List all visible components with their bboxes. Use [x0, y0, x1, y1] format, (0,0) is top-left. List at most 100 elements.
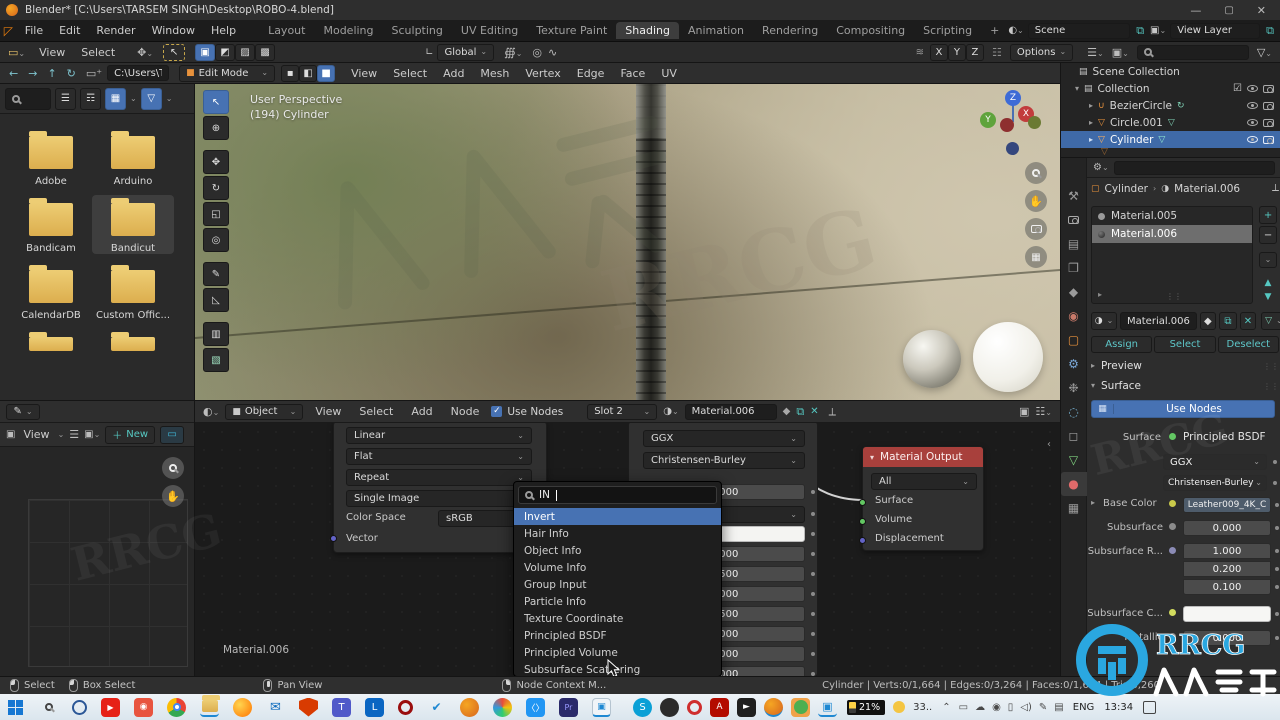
taskbar-search-icon[interactable] [39, 698, 58, 717]
minimize-button[interactable]: — [1182, 4, 1209, 17]
use-nodes-checkbox[interactable]: ✓ Use Nodes [491, 406, 563, 418]
node-menu-node[interactable]: Node [445, 405, 486, 418]
deselect-button[interactable]: Deselect [1217, 336, 1279, 353]
path-field[interactable]: C:\Users\T... [107, 65, 170, 81]
extrude-tool-button[interactable]: ▧ [203, 348, 229, 372]
back-button[interactable]: ← [4, 67, 23, 80]
close-button[interactable]: ✕ [1249, 4, 1274, 17]
teams-icon[interactable]: T [332, 697, 351, 717]
subsurface-value[interactable]: 0.000 [1183, 520, 1271, 536]
tool-settings-icon[interactable]: ✥⌄ [137, 46, 153, 59]
select-mode-tweak[interactable]: ▣ [195, 43, 216, 61]
gizmo-x-neg[interactable] [1000, 118, 1014, 132]
pin-icon[interactable]: ⟂ [829, 405, 836, 419]
refresh-button[interactable]: ↻ [62, 67, 81, 80]
active-app-icon[interactable] [791, 697, 810, 717]
viewport-perspective-icon[interactable]: ▦ [1025, 246, 1047, 268]
shader-type-dropdown[interactable]: ■ Object ⌄ [225, 403, 304, 420]
outliner-row-collection[interactable]: ▾ ▤ Collection ☑ [1061, 80, 1280, 97]
mesh-link-dropdown[interactable]: ▽⌄ [1260, 312, 1280, 330]
tab-shading[interactable]: Shading [616, 22, 679, 39]
slot-specials-dropdown[interactable]: ⌄ [1259, 252, 1277, 268]
move-tool-button[interactable]: ✥ [203, 150, 229, 174]
subsurface-method-dropdown[interactable]: Christensen-Burley ⌄ [1163, 475, 1267, 491]
select-tool-button[interactable]: ↖ [203, 90, 229, 114]
assign-button[interactable]: Assign [1091, 336, 1153, 353]
mode-dropdown[interactable]: ■ Edit Mode ⌄ [179, 64, 276, 82]
annotate-tool-button[interactable]: ✎ [203, 262, 229, 286]
scene-selector[interactable]: Scene [1027, 22, 1131, 39]
tab-sculpting[interactable]: Sculpting [383, 22, 452, 39]
material-name-field[interactable]: Material.006 [684, 403, 777, 420]
surface-panel-header[interactable]: ▾ Surface ⋮⋮ [1091, 380, 1279, 392]
paint-mode-dropdown[interactable]: ✎ ⌄ [6, 403, 40, 420]
cursor-tool-button[interactable]: ⊕ [203, 116, 229, 140]
menu-help[interactable]: Help [203, 24, 244, 37]
filebrowser-menu-view[interactable]: View [31, 46, 73, 59]
viewport-3d[interactable]: User Perspective (194) Cylinder ↖ ⊕ ✥ ↻ … [195, 84, 1060, 400]
filter-settings-dropdown[interactable]: ⌄ [166, 94, 173, 103]
add-workspace-button[interactable]: + [981, 22, 1008, 39]
folder-item[interactable]: Bandicut [92, 195, 174, 254]
search-result[interactable]: Particle Info [514, 593, 721, 610]
mirror-x-toggle[interactable]: X [929, 43, 948, 61]
move-slot-up-button[interactable]: ▲ [1265, 278, 1272, 288]
node-menu-view[interactable]: View [309, 405, 347, 418]
viewport-menu-add[interactable]: Add [435, 67, 472, 80]
outliner-row-scene-collection[interactable]: ▤ Scene Collection [1061, 63, 1280, 80]
tray-phone-icon[interactable]: ▭ [959, 702, 968, 713]
met allic-value[interactable]: 0.000 [1183, 630, 1271, 646]
tab-output[interactable]: ▤ [1062, 232, 1086, 256]
filebrowser-filter-button[interactable]: ▽ [140, 87, 162, 110]
proportional-edit-icon[interactable]: ◎ [532, 46, 542, 59]
viewport-menu-view[interactable]: View [343, 67, 385, 80]
viewport-camera-icon[interactable] [1025, 218, 1047, 240]
active-tool-button[interactable]: ↖ [163, 43, 186, 61]
base-color-value[interactable]: Leather009_4K_C [1183, 497, 1271, 513]
unlink-material-icon[interactable]: ✕ [810, 406, 818, 417]
hide-eye-icon[interactable] [1247, 102, 1258, 109]
outliner-filter-icon[interactable]: ▣⌄ [1112, 46, 1129, 59]
view-layer-icon[interactable]: ▣⌄ [1150, 25, 1166, 36]
display-horizontal-list-button[interactable]: ☶ [80, 87, 101, 110]
viewport-menu-edge[interactable]: Edge [569, 67, 613, 80]
photos-app-icon[interactable] [493, 697, 512, 717]
viewport-menu-vertex[interactable]: Vertex [517, 67, 568, 80]
image-viewer-icon[interactable]: ▣ [818, 698, 837, 717]
edge-select-toggle[interactable]: ◧ [299, 64, 318, 82]
skype-icon[interactable]: S [633, 697, 652, 717]
options-dropdown[interactable]: Options ⌄ [1009, 43, 1074, 61]
material-name-field[interactable]: Material.006 [1120, 312, 1197, 330]
gizmo-z-axis[interactable]: Z [1005, 90, 1021, 106]
browse-material-dropdown[interactable]: ◑ ⌄ [1091, 312, 1117, 330]
fake-user-shield-icon[interactable]: ◆ [783, 406, 791, 417]
view-layer-selector[interactable]: View Layer [1170, 22, 1261, 39]
folder-item[interactable] [92, 329, 174, 351]
tab-physics[interactable]: ◌ [1062, 400, 1086, 424]
scale-tool-button[interactable]: ◱ [203, 202, 229, 226]
mail-icon[interactable]: ✉ [266, 698, 285, 717]
acrobat-icon[interactable]: A [710, 697, 729, 717]
snap-icon[interactable]: ∰⌄ [504, 46, 522, 59]
outliner-display-mode-icon[interactable]: ☰⌄ [1087, 46, 1104, 59]
tray-volume-icon[interactable]: ◁) [1020, 702, 1032, 713]
falloff-curve-icon[interactable]: ∿ [548, 46, 557, 59]
new-view-layer-button[interactable]: ⧉ [1260, 24, 1280, 38]
folder-item[interactable]: Bandicam [10, 195, 92, 254]
filebrowser-type-icon[interactable]: ▭⌄ [8, 46, 25, 59]
node-menu-select[interactable]: Select [353, 405, 399, 418]
select-mode-box[interactable]: ◩ [215, 43, 236, 61]
node-overlay-icon[interactable]: ▣ [1019, 405, 1029, 418]
disable-render-icon[interactable] [1263, 135, 1274, 144]
mirror-y-toggle[interactable]: Y [947, 43, 966, 61]
material-icon[interactable]: ◑⌄ [663, 406, 678, 417]
hide-eye-icon[interactable] [1247, 119, 1258, 126]
blender-taskbar-icon-2[interactable] [764, 697, 783, 717]
measure-tool-button[interactable]: ◺ [203, 288, 229, 312]
expand-icon[interactable]: ▸ [1089, 101, 1093, 110]
mirror-z-toggle[interactable]: Z [965, 43, 984, 61]
tray-weather-icon[interactable] [893, 701, 906, 713]
open-image-button[interactable]: ▭ [160, 425, 185, 444]
cortana-icon[interactable] [72, 699, 87, 715]
use-nodes-button[interactable]: ▦ Use Nodes [1091, 400, 1275, 418]
